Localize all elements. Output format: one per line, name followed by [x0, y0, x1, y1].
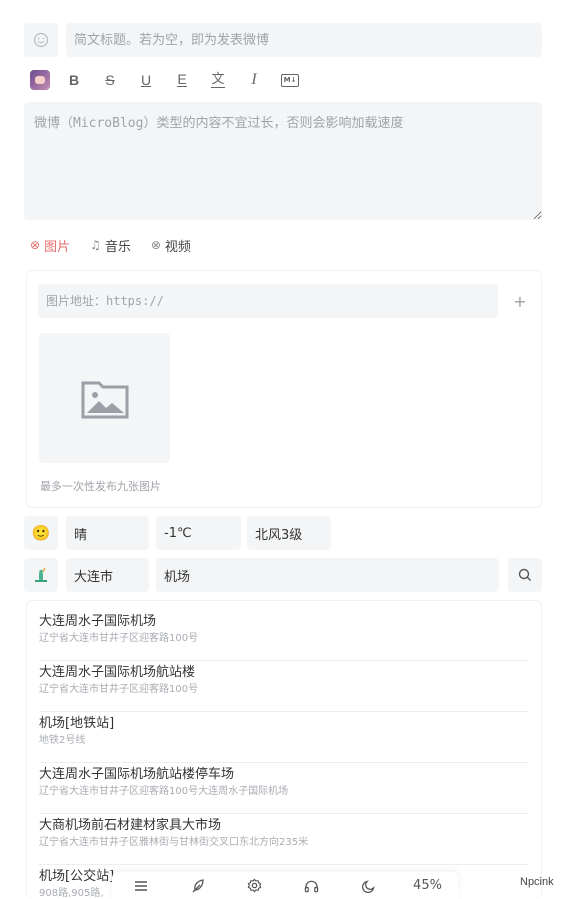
brand-logo[interactable]: Npcink — [520, 876, 554, 888]
temperature-field[interactable]: -1℃ — [156, 516, 241, 550]
weather-condition-field[interactable]: 晴 — [66, 516, 149, 550]
tab-image[interactable]: ⊗ 图片 — [30, 236, 70, 255]
gear-icon — [247, 878, 262, 893]
result-address: 辽宁省大连市甘井子区迎客路100号大连周水子国际机场 — [39, 786, 289, 797]
tab-music-label: 音乐 — [104, 239, 131, 255]
image-upload-placeholder[interactable] — [39, 333, 170, 463]
add-image-button[interactable]: + — [510, 290, 530, 312]
feather-icon — [192, 878, 204, 892]
city-field[interactable]: 大连市 — [66, 558, 149, 592]
avatar[interactable] — [24, 66, 56, 94]
location-search-input[interactable]: 机场 — [156, 558, 499, 592]
result-name: 大连周水子国际机场 — [39, 614, 157, 629]
image-circle-icon: ⊗ — [30, 238, 41, 252]
editor-toolbar: B S U E 文 I M↓ — [24, 66, 308, 94]
tab-image-label: 图片 — [44, 239, 71, 255]
title-input[interactable] — [66, 23, 542, 57]
italic-button[interactable]: I — [236, 66, 272, 94]
scroll-progress[interactable]: 45% — [408, 872, 448, 899]
result-address: 辽宁省大连市甘井子区雅林街与甘林街交叉口东北方向235米 — [39, 837, 309, 848]
translate-button[interactable]: 文 — [200, 66, 236, 94]
heading-button[interactable]: E — [164, 66, 200, 94]
result-address: 辽宁省大连市甘井子区迎客路100号 — [39, 633, 199, 644]
list-item[interactable]: 大连周水子国际机场 辽宁省大连市甘井子区迎客路100号 — [39, 613, 529, 661]
list-item[interactable]: 大连周水子国际机场航站楼停车场 辽宁省大连市甘井子区迎客路100号大连周水子国际… — [39, 766, 529, 814]
feather-button[interactable] — [180, 872, 216, 899]
content-textarea[interactable] — [24, 102, 542, 220]
weather-emoji-button[interactable]: 🙂 — [24, 516, 58, 550]
menu-button[interactable] — [123, 872, 159, 899]
smile-icon[interactable] — [24, 23, 58, 57]
moon-icon — [361, 879, 375, 893]
headphones-icon — [304, 880, 319, 892]
music-note-icon: ♫ — [90, 238, 101, 252]
tab-video-label: 视频 — [164, 239, 191, 255]
result-name: 大连周水子国际机场航站楼停车场 — [39, 767, 235, 782]
settings-button[interactable] — [237, 872, 273, 899]
statue-icon — [35, 567, 47, 582]
video-circle-icon: ⊗ — [150, 238, 161, 252]
bold-button[interactable]: B — [56, 66, 92, 94]
result-name: 大连周水子国际机场航站楼 — [39, 665, 196, 680]
result-address: 辽宁省大连市甘井子区迎客路100号 — [39, 684, 199, 695]
markdown-button[interactable]: M↓ — [272, 66, 308, 94]
menu-icon — [134, 880, 147, 891]
list-item[interactable]: 机场[地铁站] 地铁2号线 — [39, 715, 529, 763]
location-results: 大连周水子国际机场 辽宁省大连市甘井子区迎客路100号 大连周水子国际机场航站楼… — [26, 600, 542, 899]
list-item[interactable]: 大商机场前石材建材家具大市场 辽宁省大连市甘井子区雅林街与甘林街交叉口东北方向2… — [39, 817, 529, 865]
smile-icon-svg — [33, 32, 49, 48]
search-button[interactable] — [508, 558, 542, 592]
wind-field[interactable]: 北风3级 — [247, 516, 331, 550]
markdown-icon: M↓ — [280, 73, 300, 87]
result-name: 机场[地铁站] — [39, 716, 115, 731]
page: B S U E 文 I M↓ ⊗ 图片 ♫ 音乐 ⊗ 视频 + — [0, 0, 565, 899]
result-name: 大商机场前石材建材家具大市场 — [39, 818, 222, 833]
search-icon — [518, 568, 531, 581]
list-item[interactable]: 大连周水子国际机场航站楼 辽宁省大连市甘井子区迎客路100号 — [39, 664, 529, 712]
tab-video[interactable]: ⊗ 视频 — [151, 236, 191, 255]
heading-label: E — [177, 71, 187, 87]
translate-label: 文 — [211, 71, 225, 88]
dark-mode-button[interactable] — [351, 872, 387, 899]
strikethrough-button[interactable]: S — [92, 66, 128, 94]
media-tabs: ⊗ 图片 ♫ 音乐 ⊗ 视频 — [30, 234, 211, 256]
image-tip: 最多一次性发布九张图片 — [40, 480, 161, 493]
result-address: 地铁2号线 — [39, 735, 86, 746]
image-url-input[interactable] — [38, 284, 498, 318]
avatar-image — [30, 70, 50, 90]
location-icon[interactable] — [24, 558, 58, 592]
picture-icon — [81, 381, 128, 419]
tab-music[interactable]: ♫ 音乐 — [90, 236, 131, 255]
audio-button[interactable] — [294, 872, 330, 899]
bottom-toolbar: 45% — [112, 872, 458, 899]
underline-button[interactable]: U — [128, 66, 164, 94]
